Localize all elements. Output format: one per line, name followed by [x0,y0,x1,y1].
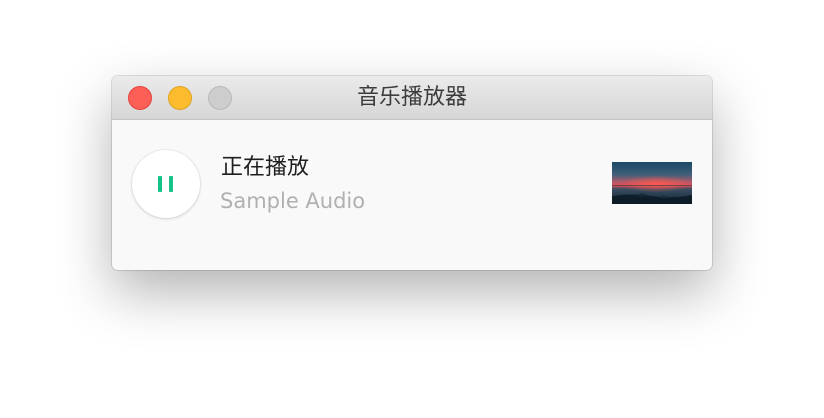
music-player-window: 音乐播放器 正在播放 Sample Audio [112,76,712,270]
window-title: 音乐播放器 [356,85,467,110]
playback-status: 正在播放 [221,155,310,180]
pause-icon [158,176,174,192]
play-pause-button[interactable] [132,150,200,218]
album-cover-image [612,162,692,204]
title-bar[interactable]: 音乐播放器 [112,76,712,120]
track-name: Sample Audio [220,189,366,213]
